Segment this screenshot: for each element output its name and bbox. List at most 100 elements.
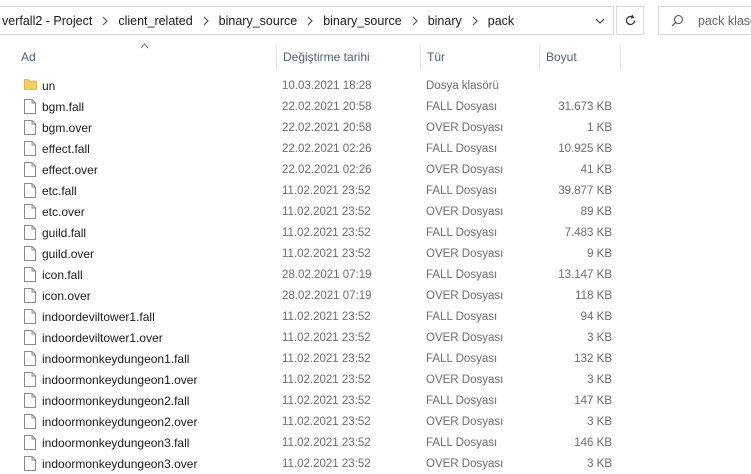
file-type: OVER Dosyası	[426, 205, 504, 218]
file-row[interactable]: indoormonkeydungeon3.fall 11.02.2021 23:…	[0, 432, 751, 453]
file-name: effect.over	[42, 162, 98, 177]
file-name: guild.fall	[42, 225, 87, 240]
chevron-right-icon[interactable]	[299, 11, 321, 31]
column-divider[interactable]	[620, 44, 621, 70]
refresh-icon	[625, 14, 635, 26]
column-header-size[interactable]: Boyut	[540, 44, 620, 70]
column-header-name[interactable]: Ad	[0, 43, 276, 70]
file-row[interactable]: etc.fall 11.02.2021 23:52 FALL Dosyası 3…	[0, 180, 751, 201]
file-icon	[24, 141, 36, 156]
file-row[interactable]: etc.over 11.02.2021 23:52 OVER Dosyası 8…	[0, 201, 751, 222]
file-type: FALL Dosyası	[426, 394, 498, 407]
file-type: OVER Dosyası	[426, 163, 504, 176]
column-header-label: Tür	[427, 50, 445, 64]
file-name: guild.over	[42, 246, 95, 261]
file-date: 11.02.2021 23:52	[282, 352, 371, 365]
file-row[interactable]: effect.fall 22.02.2021 02:26 FALL Dosyas…	[0, 138, 751, 159]
file-type: OVER Dosyası	[426, 247, 504, 260]
file-type: OVER Dosyası	[426, 415, 504, 428]
chevron-right-icon[interactable]	[464, 11, 486, 31]
column-header-label: Değiştirme tarihi	[283, 50, 370, 64]
column-header-date[interactable]: Değiştirme tarihi	[277, 44, 420, 70]
file-size: 3 KB	[587, 415, 612, 428]
file-row[interactable]: bgm.fall 22.02.2021 20:58 FALL Dosyası 3…	[0, 96, 751, 117]
file-size: 39.877 KB	[558, 184, 612, 197]
breadcrumb-item[interactable]: pack	[486, 14, 516, 28]
file-date: 11.02.2021 23:52	[282, 184, 371, 197]
file-date: 11.02.2021 23:52	[282, 205, 371, 218]
file-size: 41 KB	[580, 163, 612, 176]
chevron-down-icon[interactable]	[587, 7, 613, 34]
file-date: 11.02.2021 23:52	[282, 331, 371, 344]
folder-icon	[24, 78, 37, 93]
breadcrumb-item[interactable]: binary	[426, 14, 464, 28]
file-name: etc.over	[42, 204, 85, 219]
file-name: indoormonkeydungeon3.fall	[42, 435, 190, 450]
file-icon	[24, 435, 36, 450]
file-size: 132 KB	[574, 352, 612, 365]
breadcrumb-item[interactable]: binary_source	[217, 14, 300, 28]
file-type: FALL Dosyası	[426, 142, 498, 155]
file-size: 146 KB	[574, 436, 612, 449]
file-type: FALL Dosyası	[426, 226, 498, 239]
refresh-button[interactable]	[616, 6, 644, 35]
file-row[interactable]: icon.over 28.02.2021 07:19 OVER Dosyası …	[0, 285, 751, 306]
chevron-right-icon[interactable]	[195, 11, 217, 31]
search-input[interactable]: pack klasö	[658, 6, 751, 35]
file-date: 11.02.2021 23:52	[282, 394, 371, 407]
address-bar[interactable]: verfall2 - Project client_related binary…	[0, 6, 614, 35]
file-icon	[24, 288, 36, 303]
file-row[interactable]: guild.fall 11.02.2021 23:52 FALL Dosyası…	[0, 222, 751, 243]
file-type: OVER Dosyası	[426, 373, 504, 386]
file-row[interactable]: effect.over 22.02.2021 02:26 OVER Dosyas…	[0, 159, 751, 180]
file-date: 11.02.2021 23:52	[282, 415, 371, 428]
file-date: 22.02.2021 02:26	[282, 163, 372, 176]
file-size: 1 KB	[587, 121, 612, 134]
file-name: etc.fall	[42, 183, 77, 198]
file-icon	[24, 330, 36, 345]
file-name: effect.fall	[42, 141, 90, 156]
file-date: 22.02.2021 20:58	[282, 100, 372, 113]
file-size: 7.483 KB	[564, 226, 612, 239]
file-date: 10.03.2021 18:28	[282, 79, 372, 92]
file-date: 28.02.2021 07:19	[282, 289, 372, 302]
file-icon	[24, 267, 36, 282]
file-size: 147 KB	[574, 394, 612, 407]
file-row[interactable]: indoormonkeydungeon1.over 11.02.2021 23:…	[0, 369, 751, 390]
file-type: FALL Dosyası	[426, 268, 498, 281]
file-row[interactable]: indoormonkeydungeon2.over 11.02.2021 23:…	[0, 411, 751, 432]
file-row[interactable]: bgm.over 22.02.2021 20:58 OVER Dosyası 1…	[0, 117, 751, 138]
file-date: 11.02.2021 23:52	[282, 226, 371, 239]
file-icon	[24, 162, 36, 177]
file-size: 94 KB	[580, 310, 612, 323]
file-type: OVER Dosyası	[426, 331, 504, 344]
file-row[interactable]: indoormonkeydungeon2.fall 11.02.2021 23:…	[0, 390, 751, 411]
file-date: 11.02.2021 23:52	[282, 310, 371, 323]
chevron-right-icon[interactable]	[404, 11, 426, 31]
file-row[interactable]: indoormonkeydungeon1.fall 11.02.2021 23:…	[0, 348, 751, 369]
file-date: 11.02.2021 23:52	[282, 247, 371, 260]
file-row[interactable]: icon.fall 28.02.2021 07:19 FALL Dosyası …	[0, 264, 751, 285]
file-size: 3 KB	[587, 331, 612, 344]
file-row[interactable]: indoordeviltower1.fall 11.02.2021 23:52 …	[0, 306, 751, 327]
file-date: 11.02.2021 23:52	[282, 373, 371, 386]
breadcrumb-item[interactable]: binary_source	[321, 14, 404, 28]
column-header-type[interactable]: Tür	[421, 44, 539, 70]
search-icon	[671, 14, 690, 27]
file-icon	[24, 120, 36, 135]
file-row[interactable]: un 10.03.2021 18:28 Dosya klasörü	[0, 75, 751, 96]
file-type: OVER Dosyası	[426, 121, 504, 134]
file-name: un	[42, 78, 56, 93]
file-name: bgm.over	[42, 120, 93, 135]
file-name: icon.over	[42, 288, 91, 303]
file-row[interactable]: indoordeviltower1.over 11.02.2021 23:52 …	[0, 327, 751, 348]
file-row[interactable]: guild.over 11.02.2021 23:52 OVER Dosyası…	[0, 243, 751, 264]
file-list: un 10.03.2021 18:28 Dosya klasörü bgm.fa…	[0, 75, 751, 474]
chevron-right-icon[interactable]	[94, 11, 116, 31]
file-size: 118 KB	[575, 289, 612, 302]
address-toolbar: verfall2 - Project client_related binary…	[0, 0, 751, 40]
file-icon	[24, 183, 36, 198]
column-header-label: Boyut	[546, 50, 577, 64]
breadcrumb-item[interactable]: verfall2 - Project	[0, 14, 94, 28]
breadcrumb-item[interactable]: client_related	[116, 14, 194, 28]
